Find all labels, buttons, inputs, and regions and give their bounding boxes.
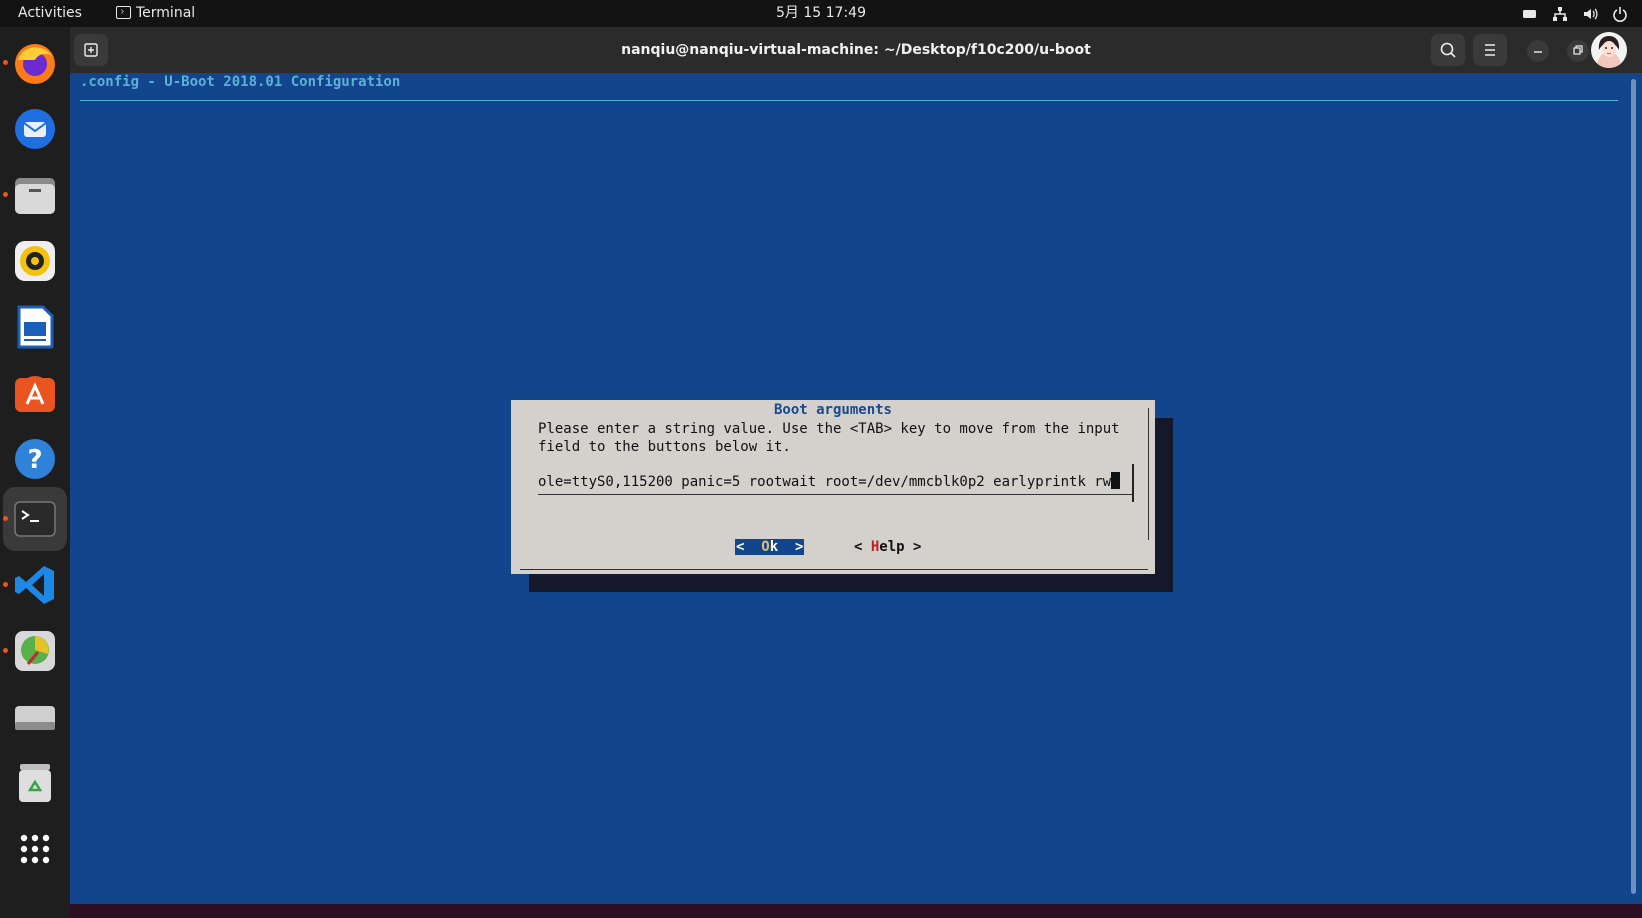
writer-icon	[17, 305, 54, 349]
dock-libreoffice-writer[interactable]	[9, 301, 61, 353]
ok-hotkey: O	[761, 539, 770, 555]
minimize-icon	[1534, 51, 1542, 53]
rhythmbox-icon	[15, 241, 55, 281]
window-headerbar: nanqiu@nanqiu-virtual-machine: ~/Desktop…	[70, 27, 1642, 73]
scrollbar-thumb[interactable]	[1631, 79, 1636, 894]
boot-arguments-dialog: Boot arguments Please enter a string val…	[511, 400, 1155, 574]
dock-help[interactable]: ?	[9, 433, 61, 485]
search-button[interactable]	[1431, 34, 1465, 66]
window-title: nanqiu@nanqiu-virtual-machine: ~/Desktop…	[621, 42, 1091, 58]
minimize-button[interactable]	[1527, 40, 1549, 62]
vscode-icon	[15, 566, 54, 604]
help-button[interactable]: < Help >	[854, 539, 921, 555]
boot-args-input[interactable]: ole=ttyS0,115200 panic=5 rootwait root=/…	[538, 464, 1134, 502]
firefox-icon	[15, 44, 55, 84]
ok-bracket-left: <	[736, 539, 762, 555]
ok-button[interactable]: < Ok >	[735, 539, 805, 555]
running-indicator	[3, 516, 8, 521]
disk-usage-icon	[15, 631, 55, 671]
battery-icon	[1523, 9, 1536, 18]
dock: ?	[0, 27, 70, 918]
dock-files[interactable]	[9, 169, 61, 221]
dialog-frame	[520, 569, 1148, 570]
terminal-icon	[14, 501, 56, 537]
restore-button[interactable]	[1567, 40, 1589, 62]
dialog-title: Boot arguments	[773, 402, 892, 418]
menu-button[interactable]	[1473, 34, 1507, 66]
drive-icon	[15, 706, 55, 730]
dock-thunderbird[interactable]	[9, 103, 61, 155]
window-bottom-edge	[70, 904, 1642, 918]
help-icon: ?	[15, 439, 55, 479]
software-store-icon	[15, 376, 55, 412]
dialog-frame	[1148, 408, 1149, 540]
running-indicator	[3, 192, 8, 197]
text-cursor	[1111, 472, 1121, 489]
thunderbird-icon	[15, 109, 55, 149]
running-indicator	[3, 582, 8, 587]
terminal-window: nanqiu@nanqiu-virtual-machine: ~/Desktop…	[70, 27, 1642, 918]
trash-icon	[19, 764, 51, 802]
system-tray[interactable]	[1522, 0, 1628, 27]
dock-rhythmbox[interactable]	[9, 235, 61, 287]
clock[interactable]: 5月 15 17:49	[0, 0, 1642, 27]
svg-text:?: ?	[27, 445, 42, 475]
dock-disk-usage[interactable]	[9, 625, 61, 677]
search-icon	[1440, 42, 1456, 58]
menuconfig-title: .config - U-Boot 2018.01 Configuration	[80, 74, 401, 90]
ok-label-rest: k >	[769, 539, 804, 555]
dock-terminal[interactable]	[9, 493, 61, 545]
power-icon	[1613, 6, 1627, 22]
dock-drive[interactable]	[9, 691, 61, 743]
dock-trash[interactable]	[9, 757, 61, 809]
show-applications-button[interactable]	[9, 823, 61, 875]
dock-firefox[interactable]	[9, 37, 61, 89]
app-grid-icon	[20, 834, 50, 864]
input-edge	[1132, 464, 1134, 502]
avatar[interactable]	[1591, 32, 1627, 68]
network-icon	[1553, 6, 1567, 21]
running-indicator	[3, 60, 8, 65]
top-bar: Activities Terminal 5月 15 17:49	[0, 0, 1642, 27]
input-value: ole=ttyS0,115200 panic=5 rootwait root=/…	[538, 472, 1121, 490]
running-indicator	[3, 648, 8, 653]
volume-icon	[1584, 8, 1598, 19]
dock-ubuntu-software[interactable]	[9, 367, 61, 419]
avatar-portrait-icon	[1597, 36, 1621, 68]
restore-icon	[1573, 45, 1583, 55]
help-label-rest: elp >	[879, 539, 922, 555]
help-bracket-left: <	[854, 539, 871, 555]
hamburger-icon	[1485, 44, 1495, 56]
input-text: ole=ttyS0,115200 panic=5 rootwait root=/…	[538, 474, 1112, 490]
scrollbar[interactable]	[1626, 73, 1642, 918]
dock-vscode[interactable]	[9, 559, 61, 611]
title-rule	[80, 100, 1618, 101]
terminal-area[interactable]: .config - U-Boot 2018.01 Configuration B…	[70, 73, 1626, 904]
dialog-prompt: Please enter a string value. Use the <TA…	[538, 421, 1120, 455]
files-icon	[15, 178, 55, 214]
